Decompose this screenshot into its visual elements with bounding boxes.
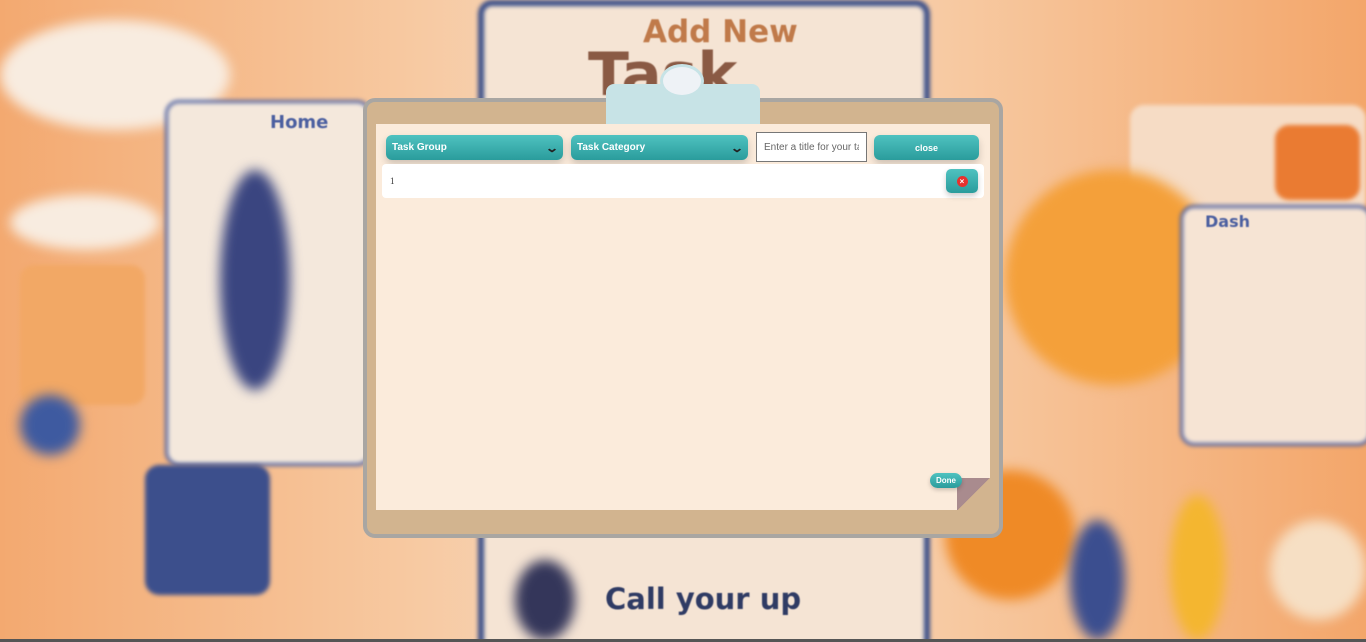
bg-right-card — [1180, 205, 1366, 446]
bg-person-right-2 — [1170, 495, 1225, 640]
delete-task-button[interactable]: × — [946, 169, 978, 193]
task-row: 1 × — [382, 164, 984, 198]
bg-person-left — [220, 170, 290, 390]
task-group-select[interactable]: Task Group ⌄ — [386, 135, 563, 160]
task-number: 1 — [390, 176, 395, 186]
done-button[interactable]: Done — [930, 473, 962, 488]
task-category-label: Task Category — [577, 142, 646, 153]
bg-right-card-title: Dash — [1205, 212, 1250, 231]
close-button[interactable]: close — [874, 135, 979, 160]
task-title-input[interactable] — [756, 132, 867, 162]
page-fold-corner — [957, 478, 990, 510]
clipboard-clip-hole — [660, 64, 704, 98]
bg-cloud-left-2 — [10, 195, 160, 250]
bg-left-list — [20, 265, 145, 405]
task-group-label: Task Group — [392, 142, 447, 153]
bg-person-right — [1070, 520, 1125, 640]
bg-person-bottom — [515, 560, 575, 640]
close-circle-icon: × — [956, 175, 968, 187]
chevron-down-icon: ⌄ — [544, 140, 560, 155]
bg-left-card-title: Home — [270, 112, 329, 133]
bg-globe — [20, 395, 80, 455]
bg-leaves — [1270, 520, 1366, 620]
bg-plus-tile — [1275, 125, 1360, 200]
bg-footer-text: Call your up — [605, 582, 802, 616]
bg-bag — [145, 465, 270, 595]
chevron-down-icon: ⌄ — [729, 140, 745, 155]
task-category-select[interactable]: Task Category ⌄ — [571, 135, 748, 160]
